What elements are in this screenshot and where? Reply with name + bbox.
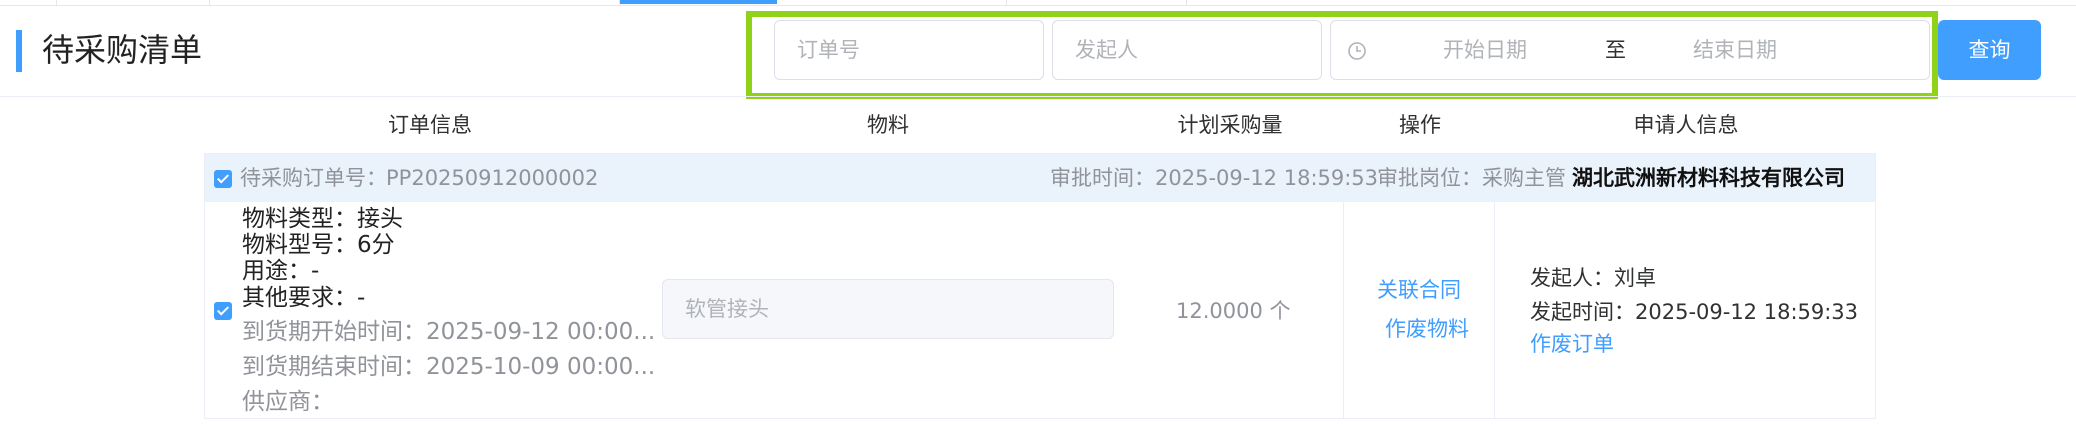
planned-quantity: 12.0000 个 xyxy=(1176,299,1291,323)
delivery-end-time: 到货期结束时间：2025-10-09 00:00... xyxy=(242,354,656,380)
material-field: 软管接头 xyxy=(662,279,1114,339)
tab[interactable] xyxy=(57,0,210,5)
order-number: PP20250912000002 xyxy=(386,166,599,190)
tab[interactable] xyxy=(1007,0,1187,5)
column-header-actions: 操作 xyxy=(1399,113,1441,137)
material-name: 软管接头 xyxy=(685,297,769,321)
column-header-material: 物料 xyxy=(867,113,909,137)
link-contract-link[interactable]: 关联合同 xyxy=(1377,274,1461,306)
tab[interactable] xyxy=(777,0,1007,5)
tab[interactable] xyxy=(210,0,620,5)
column-header-order-info: 订单信息 xyxy=(388,113,472,137)
approval-post: 审批岗位：采购主管 xyxy=(1377,166,1566,190)
initiator: 发起人：刘卓 xyxy=(1530,266,1656,290)
order-number-label: 待采购订单号： xyxy=(240,166,387,190)
search-filter-highlight xyxy=(746,11,1938,99)
material-model: 物料型号：6分 xyxy=(242,232,395,258)
column-header-applicant-info: 申请人信息 xyxy=(1633,113,1739,137)
tab-active-indicator[interactable] xyxy=(620,0,777,4)
cell-divider xyxy=(1343,202,1344,418)
other-requirements: 其他要求：- xyxy=(242,285,366,311)
approval-time: 审批时间：2025-09-12 18:59:53 xyxy=(1050,166,1379,190)
search-button[interactable]: 查询 xyxy=(1938,20,2041,80)
header-divider xyxy=(0,96,2076,97)
order-group-checkbox[interactable] xyxy=(214,170,232,188)
company-name: 湖北武洲新材料科技有限公司 xyxy=(1572,166,1845,190)
cell-divider xyxy=(1494,202,1495,418)
tab[interactable] xyxy=(0,0,57,5)
delivery-start-time: 到货期开始时间：2025-09-12 00:00... xyxy=(242,319,656,345)
title-accent-bar xyxy=(16,30,22,72)
usage: 用途：- xyxy=(242,258,320,284)
initiated-time: 发起时间：2025-09-12 18:59:33 xyxy=(1530,300,1859,324)
supplier: 供应商： xyxy=(242,389,334,415)
row-checkbox[interactable] xyxy=(214,302,232,320)
void-material-link[interactable]: 作废物料 xyxy=(1385,313,1469,345)
page-title: 待采购清单 xyxy=(42,31,203,69)
void-order-link[interactable]: 作废订单 xyxy=(1530,328,1614,360)
material-type: 物料类型：接头 xyxy=(242,206,403,232)
column-header-planned-quantity: 计划采购量 xyxy=(1177,113,1283,137)
